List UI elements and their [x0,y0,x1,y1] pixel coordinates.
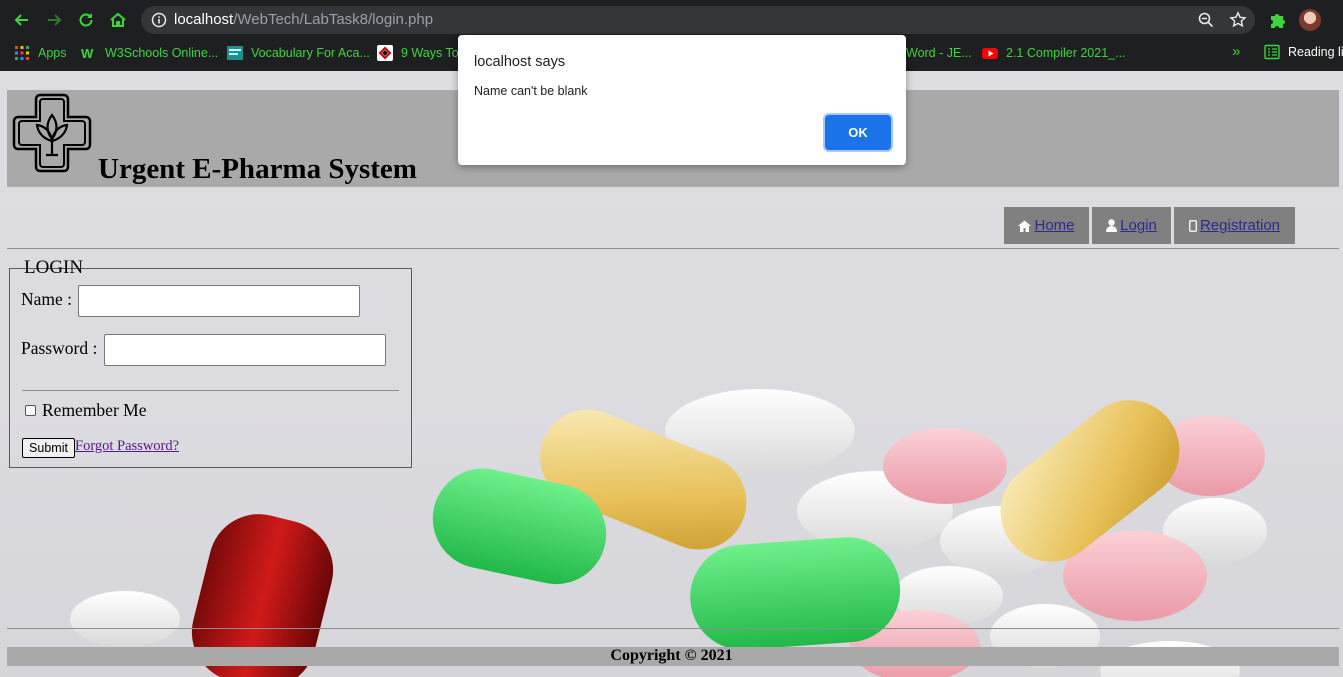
remember-me-label: Remember Me [42,400,147,420]
reading-list-label: Reading lis [1288,45,1343,59]
name-input[interactable] [78,285,360,317]
submit-button[interactable]: Submit [22,438,75,458]
reload-icon[interactable] [74,8,98,32]
nav-login-label: Login [1120,217,1157,234]
site-info-icon[interactable] [151,12,167,28]
user-icon [1106,219,1118,232]
bookmark-word[interactable]: Word - JE... [906,44,972,62]
pharmacy-cross-logo-icon [12,93,92,173]
nav-registration-link[interactable]: Registration [1189,217,1280,234]
youtube-icon [982,45,998,61]
password-label: Password : [21,338,98,358]
name-label: Name : [21,289,73,309]
login-legend: LOGIN [24,257,84,278]
password-input[interactable] [104,334,386,366]
bookmark-w3schools[interactable]: W W3Schools Online... [81,44,218,62]
w3schools-icon: W [81,45,97,61]
url-host: localhost [174,11,234,28]
ways-icon [377,45,393,61]
bookmark-apps[interactable]: Apps [14,44,67,62]
zoom-icon[interactable] [1197,11,1215,29]
svg-text:W: W [81,46,94,61]
nav-home-link[interactable]: Home [1018,217,1075,234]
vocabulary-icon [227,45,243,61]
reading-list-icon [1264,44,1280,60]
nav-login-link[interactable]: Login [1106,217,1157,234]
bookmark-star-icon[interactable] [1229,11,1247,29]
reading-list-button[interactable]: Reading lis [1264,44,1343,60]
bookmark-9-ways[interactable]: 9 Ways To [377,44,459,62]
url-text[interactable]: localhost/WebTech/LabTask8/login.php [174,11,433,28]
address-bar[interactable]: localhost/WebTech/LabTask8/login.php [141,6,1255,34]
home-icon [1018,220,1032,232]
mobile-icon [1189,219,1197,232]
url-path: /WebTech/LabTask8/login.php [233,11,434,28]
apps-grid-icon [14,45,30,61]
nav-registration-label: Registration [1199,217,1281,234]
dialog-message: Name can't be blank [474,84,588,98]
bookmark-label: Vocabulary For Aca... [251,46,370,60]
header-divider [7,248,1339,249]
profile-avatar[interactable] [1299,9,1321,31]
remember-me-checkbox[interactable] [25,405,36,416]
bookmark-label: Word - JE... [906,46,972,60]
footer-divider [7,628,1339,629]
forward-arrow-icon[interactable] [42,8,66,32]
forgot-password-link[interactable]: Forgot Password? [75,438,179,455]
bookmark-label: Apps [38,46,67,60]
bookmark-vocabulary[interactable]: Vocabulary For Aca... [227,44,370,62]
extensions-puzzle-icon[interactable] [1268,10,1288,30]
site-title: Urgent E-Pharma System [98,153,417,185]
more-bookmarks-button[interactable]: » [1232,43,1240,60]
alert-dialog: localhost says Name can't be blank OK [458,35,906,165]
dialog-ok-button[interactable]: OK [825,115,891,150]
nav-login-button[interactable]: Login [1092,207,1171,244]
back-arrow-icon[interactable] [10,8,34,32]
form-divider [22,390,399,391]
bookmark-label: W3Schools Online... [105,46,219,60]
bookmark-compiler[interactable]: 2.1 Compiler 2021_... [982,44,1126,62]
nav-registration-button[interactable]: Registration [1174,207,1295,244]
home-icon[interactable] [106,8,130,32]
copyright-text: Copyright © 2021 [610,647,733,664]
bookmark-label: 2.1 Compiler 2021_... [1006,46,1126,60]
dialog-title: localhost says [474,54,566,70]
nav-home-label: Home [1034,217,1075,234]
bookmark-label: 9 Ways To [401,46,459,60]
nav-home-button[interactable]: Home [1004,207,1089,244]
